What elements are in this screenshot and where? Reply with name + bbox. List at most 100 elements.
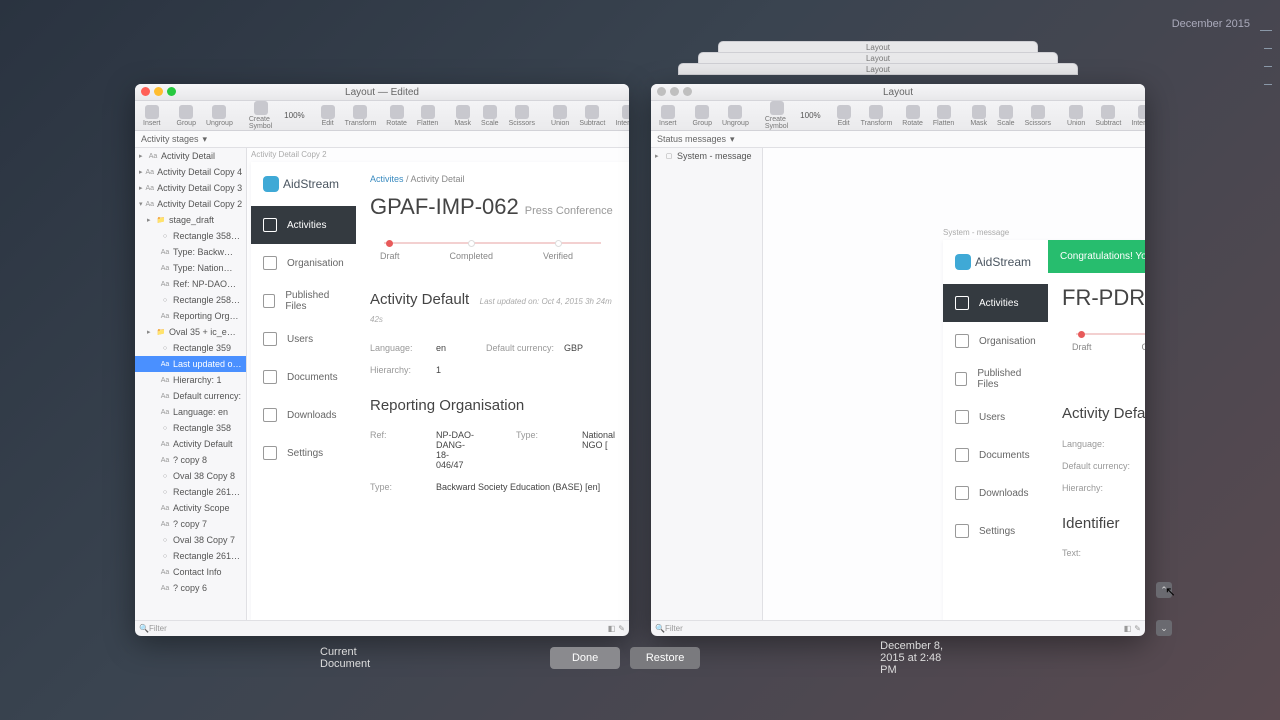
layer-item[interactable]: ▸📁Oval 35 + ic_e…: [135, 324, 246, 340]
layer-item[interactable]: AaActivity Default: [135, 436, 246, 452]
tool-edit[interactable]: Edit: [317, 105, 339, 127]
canvas[interactable]: System - message AidStream ActivitiesOrg…: [763, 148, 1145, 620]
nav-icon: [263, 218, 277, 232]
layer-item[interactable]: ▸▢System - message: [651, 148, 762, 164]
layer-item[interactable]: AaHierarchy: 1: [135, 372, 246, 388]
traffic-lights[interactable]: [141, 87, 176, 96]
zoom-level[interactable]: 100%: [796, 111, 824, 120]
tool-insert[interactable]: Insert: [139, 105, 165, 127]
nav-item[interactable]: Published Files: [251, 282, 356, 320]
nav-item[interactable]: Activities: [251, 206, 356, 244]
tool-scissors[interactable]: Scissors: [505, 105, 539, 127]
filter-bar[interactable]: 🔍 Filter◧✎: [651, 620, 1145, 636]
nav-item[interactable]: Organisation: [943, 322, 1048, 360]
nav-item[interactable]: Settings: [251, 434, 356, 472]
layer-item[interactable]: AaDefault currency:: [135, 388, 246, 404]
pages-bar[interactable]: Status messages ▾: [651, 131, 1145, 148]
nav-item[interactable]: Users: [251, 320, 356, 358]
tool-mask[interactable]: Mask: [966, 105, 991, 127]
layer-item[interactable]: Aa? copy 8: [135, 452, 246, 468]
nav-item[interactable]: Downloads: [251, 396, 356, 434]
tool-ungroup[interactable]: Ungroup: [202, 105, 237, 127]
nav-up-button[interactable]: ⌃: [1156, 582, 1172, 598]
mark-completed-link[interactable]: Mark this activity as Completed: [1062, 366, 1145, 389]
tool-scale[interactable]: Scale: [477, 105, 503, 127]
layer-item[interactable]: ▸AaActivity Detail Copy 3: [135, 180, 246, 196]
tool-union[interactable]: Union: [1063, 105, 1089, 127]
filter-bar[interactable]: 🔍 Filter◧✎: [135, 620, 629, 636]
layer-item[interactable]: AaRef: NP-DAO…: [135, 276, 246, 292]
layer-item[interactable]: ○Rectangle 258…: [135, 292, 246, 308]
zoom-level[interactable]: 100%: [280, 111, 308, 120]
layer-item[interactable]: ○Rectangle 358…: [135, 228, 246, 244]
tool-transform[interactable]: Transform: [857, 105, 897, 127]
nav-item[interactable]: Documents: [251, 358, 356, 396]
pages-bar[interactable]: Activity stages ▾: [135, 131, 629, 148]
layer-item[interactable]: ▸AaActivity Detail: [135, 148, 246, 164]
filter-icon[interactable]: ◧: [608, 624, 616, 633]
nav-item[interactable]: Activities: [943, 284, 1048, 322]
layer-item[interactable]: AaActivity Scope: [135, 500, 246, 516]
window-current: Layout — Edited Insert Group Ungroup Cre…: [135, 84, 629, 636]
layer-item[interactable]: AaContact Info: [135, 564, 246, 580]
nav-item[interactable]: Downloads: [943, 474, 1048, 512]
layer-item[interactable]: ▸📁stage_draft: [135, 212, 246, 228]
restore-button[interactable]: Restore: [630, 647, 700, 669]
minimize-icon[interactable]: [154, 87, 163, 96]
tool-rotate[interactable]: Rotate: [898, 105, 927, 127]
tool-group[interactable]: Group: [173, 105, 200, 127]
layer-item[interactable]: AaReporting Org…: [135, 308, 246, 324]
tool-edit[interactable]: Edit: [833, 105, 855, 127]
tool-create-symbol[interactable]: Create Symbol: [245, 101, 276, 130]
logo: AidStream: [943, 240, 1048, 284]
filter-icon[interactable]: ◧: [1124, 624, 1132, 633]
canvas[interactable]: Activity Detail Copy 2 AidStream Activit…: [247, 148, 629, 620]
layer-item[interactable]: ○Rectangle 261…: [135, 548, 246, 564]
nav-item[interactable]: Published Files: [943, 360, 1048, 398]
tool-intersect[interactable]: Intersect: [611, 105, 629, 127]
tool-flatten[interactable]: Flatten: [413, 105, 442, 127]
filter-icon[interactable]: ✎: [618, 624, 625, 633]
filter-icon[interactable]: ✎: [1134, 624, 1141, 633]
tool-create-symbol[interactable]: Create Symbol: [761, 101, 792, 130]
tool-rotate[interactable]: Rotate: [382, 105, 411, 127]
tool-union[interactable]: Union: [547, 105, 573, 127]
nav-down-button[interactable]: ⌄: [1156, 620, 1172, 636]
layer-item[interactable]: AaLast updated o…: [135, 356, 246, 372]
artboard-label: System - message: [943, 228, 1009, 237]
tool-subtract[interactable]: Subtract: [575, 105, 609, 127]
tool-scissors[interactable]: Scissors: [1021, 105, 1055, 127]
tool-insert[interactable]: Insert: [655, 105, 681, 127]
layer-item[interactable]: ▸AaActivity Detail Copy 4: [135, 164, 246, 180]
tool-transform[interactable]: Transform: [341, 105, 381, 127]
layer-item[interactable]: ○Rectangle 261…: [135, 484, 246, 500]
close-icon[interactable]: [141, 87, 150, 96]
nav-icon: [263, 408, 277, 422]
toolbar: Insert Group Ungroup Create Symbol 100% …: [135, 101, 629, 131]
layer-item[interactable]: AaLanguage: en: [135, 404, 246, 420]
layer-item[interactable]: AaType: Backw…: [135, 244, 246, 260]
nav-item[interactable]: Organisation: [251, 244, 356, 282]
tool-mask[interactable]: Mask: [450, 105, 475, 127]
tool-ungroup[interactable]: Ungroup: [718, 105, 753, 127]
tool-group[interactable]: Group: [689, 105, 716, 127]
layer-item[interactable]: ○Oval 38 Copy 8: [135, 468, 246, 484]
layer-item[interactable]: Aa? copy 6: [135, 580, 246, 596]
tool-scale[interactable]: Scale: [993, 105, 1019, 127]
done-button[interactable]: Done: [550, 647, 620, 669]
activity-title: GPAF-IMP-062Press Conference: [370, 194, 615, 220]
tool-subtract[interactable]: Subtract: [1091, 105, 1125, 127]
layer-item[interactable]: AaType: Nation…: [135, 260, 246, 276]
zoom-icon[interactable]: [167, 87, 176, 96]
layer-item[interactable]: ○Rectangle 359: [135, 340, 246, 356]
layer-item[interactable]: Aa? copy 7: [135, 516, 246, 532]
tool-flatten[interactable]: Flatten: [929, 105, 958, 127]
layer-item[interactable]: ○Oval 38 Copy 7: [135, 532, 246, 548]
tool-intersect[interactable]: Intersect: [1127, 105, 1145, 127]
nav-icon: [263, 332, 277, 346]
nav-item[interactable]: Documents: [943, 436, 1048, 474]
layer-item[interactable]: ○Rectangle 358: [135, 420, 246, 436]
layer-item[interactable]: ▾AaActivity Detail Copy 2: [135, 196, 246, 212]
nav-item[interactable]: Users: [943, 398, 1048, 436]
nav-item[interactable]: Settings: [943, 512, 1048, 550]
